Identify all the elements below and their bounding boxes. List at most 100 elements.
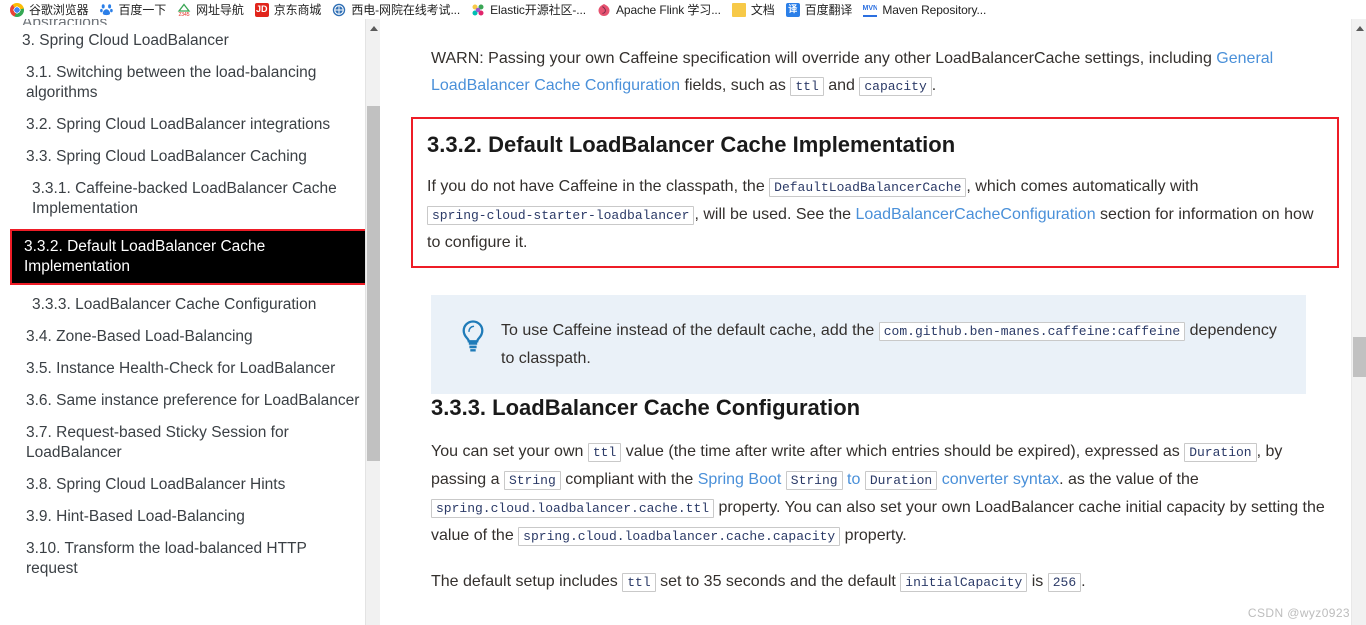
- window-scrollbar[interactable]: [1351, 19, 1366, 625]
- sidebar-item-3-3-1[interactable]: 3.3.1. Caffeine-backed LoadBalancer Cach…: [0, 173, 380, 225]
- bookmark-item[interactable]: 文档: [728, 0, 782, 19]
- sidebar-item-3-6[interactable]: 3.6. Same instance preference for LoadBa…: [0, 385, 380, 417]
- section-332-paragraph: If you do not have Caffeine in the class…: [427, 173, 1323, 256]
- s333-text-2: value (the time after write after which …: [621, 443, 1185, 460]
- sidebar-item-3-4[interactable]: 3.4. Zone-Based Load-Balancing: [0, 321, 380, 353]
- bookmark-label: Apache Flink 学习...: [616, 3, 721, 17]
- s332-text-2: , which comes automatically with: [966, 178, 1199, 195]
- code-defaultloadbalancercache: DefaultLoadBalancerCache: [769, 178, 967, 197]
- code-ttl-3: ttl: [622, 573, 656, 592]
- converter-syntax-link[interactable]: converter syntax: [942, 471, 1059, 488]
- sidebar-item-3[interactable]: 3. Spring Cloud LoadBalancer: [0, 25, 380, 57]
- code-duration-2: Duration: [864, 471, 938, 490]
- sidebar-item-3-3[interactable]: 3.3. Spring Cloud LoadBalancer Caching: [0, 141, 380, 173]
- toc-sidebar: Abstractions 3. Spring Cloud LoadBalance…: [0, 19, 380, 625]
- bookmark-label: 百度翻译: [804, 3, 853, 17]
- s333-text-7: property.: [840, 527, 907, 544]
- code-capacity: capacity: [859, 77, 932, 96]
- bookmark-item[interactable]: 西电-网院在线考试...: [328, 0, 467, 19]
- s332-text-1: If you do not have Caffeine in the class…: [427, 178, 770, 195]
- elastic-icon: [471, 2, 486, 17]
- 2345-icon: 2345: [177, 2, 192, 17]
- sidebar-active-annotation: 3.3.2. Default LoadBalancer Cache Implem…: [10, 229, 368, 285]
- svg-text:2345: 2345: [179, 12, 190, 17]
- baidu-icon: [99, 2, 114, 17]
- bookmark-item[interactable]: 谷歌浏览器: [6, 0, 96, 19]
- section-332-annotation: 3.3.2. Default LoadBalancer Cache Implem…: [411, 117, 1339, 268]
- s333-text-1: You can set your own: [431, 443, 588, 460]
- warn-text-2: fields, such as: [680, 77, 791, 94]
- bookmark-label: 西电-网院在线考试...: [351, 3, 461, 17]
- bookmark-item[interactable]: MVN Maven Repository...: [859, 0, 993, 19]
- lightbulb-icon: [445, 317, 501, 355]
- sidebar-item-3-1[interactable]: 3.1. Switching between the load-balancin…: [0, 57, 380, 109]
- sidebar-item-3-3-2[interactable]: 3.3.2. Default LoadBalancer Cache Implem…: [12, 231, 366, 283]
- bookmark-item[interactable]: Apache Flink 学习...: [593, 0, 728, 19]
- bookmark-item[interactable]: JD 京东商城: [251, 0, 329, 19]
- sidebar-item-3-5[interactable]: 3.5. Instance Health-Check for LoadBalan…: [0, 353, 380, 385]
- sidebar-item-3-7[interactable]: 3.7. Request-based Sticky Session for Lo…: [0, 417, 380, 469]
- bookmarks-bar: 谷歌浏览器 百度一下 2345 网址导航 JD 京东商城 西电-网院在线考试..…: [0, 0, 1366, 19]
- bookmark-label: 文档: [750, 3, 775, 17]
- bookmark-label: 网址导航: [196, 3, 244, 17]
- s333b-text-4: .: [1081, 573, 1086, 590]
- s333b-text-3: is: [1027, 573, 1048, 590]
- warn-paragraph: WARN: Passing your own Caffeine specific…: [431, 19, 1329, 100]
- scroll-up-arrow-icon[interactable]: [366, 21, 380, 35]
- loadbalancercacheconfiguration-link[interactable]: LoadBalancerCacheConfiguration: [855, 206, 1095, 223]
- tip-text: To use Caffeine instead of the default c…: [501, 317, 1286, 372]
- bookmark-label: 百度一下: [118, 3, 167, 17]
- section-333-paragraph-2: The default setup includes ttl set to 35…: [431, 568, 1329, 596]
- flink-icon: [597, 2, 611, 17]
- section-332-heading: 3.3.2. Default LoadBalancer Cache Implem…: [427, 132, 956, 157]
- code-cache-capacity-property: spring.cloud.loadbalancer.cache.capacity: [518, 527, 841, 546]
- chrome-icon: [10, 2, 24, 17]
- sidebar-scrollbar[interactable]: [365, 19, 380, 625]
- document-content: WARN: Passing your own Caffeine specific…: [395, 19, 1351, 625]
- s332-text-3: , will be used. See the: [694, 206, 856, 223]
- code-spring-cloud-starter-loadbalancer: spring-cloud-starter-loadbalancer: [427, 206, 695, 225]
- sidebar-scrollbar-thumb[interactable]: [367, 106, 380, 461]
- warn-text-1: WARN: Passing your own Caffeine specific…: [431, 50, 1217, 67]
- watermark: CSDN @wyz0923: [1247, 606, 1350, 620]
- spring-boot-link[interactable]: Spring Boot: [698, 471, 782, 488]
- window-scrollbar-thumb[interactable]: [1353, 337, 1366, 377]
- s333b-text-2: set to 35 seconds and the default: [655, 573, 901, 590]
- bookmark-label: 谷歌浏览器: [29, 3, 89, 17]
- section-333-heading: 3.3.3. LoadBalancer Cache Configuration: [431, 395, 861, 420]
- code-caffeine-dependency: com.github.ben-manes.caffeine:caffeine: [878, 322, 1186, 341]
- jd-icon: JD: [254, 2, 269, 17]
- to-link[interactable]: to: [847, 471, 860, 488]
- code-duration-1: Duration: [1184, 443, 1257, 462]
- sidebar-item-3-9[interactable]: 3.9. Hint-Based Load-Balancing: [0, 501, 380, 533]
- xidian-icon: [332, 2, 347, 17]
- bookmark-label: 京东商城: [273, 3, 322, 17]
- sidebar-item-3-10[interactable]: 3.10. Transform the load-balanced HTTP r…: [0, 533, 380, 585]
- maven-icon: MVN: [863, 2, 878, 17]
- bookmark-item[interactable]: 百度一下: [96, 0, 174, 19]
- warn-text-3: and: [823, 77, 860, 94]
- sidebar-item-3-2[interactable]: 3.2. Spring Cloud LoadBalancer integrati…: [0, 109, 380, 141]
- code-ttl: ttl: [790, 77, 824, 96]
- sidebar-item-3-3-3[interactable]: 3.3.3. LoadBalancer Cache Configuration: [0, 289, 380, 321]
- bookmark-item[interactable]: 2345 网址导航: [173, 0, 251, 19]
- folder-icon: [731, 2, 746, 17]
- bookmark-item[interactable]: Elastic开源社区-...: [467, 0, 593, 19]
- warn-text-4: .: [931, 77, 937, 94]
- tip-callout: To use Caffeine instead of the default c…: [431, 295, 1306, 394]
- code-256: 256: [1047, 573, 1082, 592]
- code-initialcapacity: initialCapacity: [900, 573, 1028, 592]
- s333b-text-1: The default setup includes: [431, 573, 623, 590]
- baidu-translate-icon: 译: [785, 2, 800, 17]
- section-333-paragraph-1: You can set your own ttl value (the time…: [431, 438, 1329, 550]
- bookmark-label: Maven Repository...: [882, 2, 987, 17]
- bookmark-item[interactable]: 译 百度翻译: [782, 0, 860, 19]
- tip-text-1: To use Caffeine instead of the default c…: [501, 322, 879, 339]
- page-body: Abstractions 3. Spring Cloud LoadBalance…: [0, 19, 1366, 625]
- window-scroll-up-arrow-icon[interactable]: [1352, 21, 1366, 35]
- s333-text-4: compliant with the: [560, 471, 698, 488]
- code-string-1: String: [503, 471, 561, 490]
- code-string-2: String: [785, 471, 843, 490]
- sidebar-item-3-8[interactable]: 3.8. Spring Cloud LoadBalancer Hints: [0, 469, 380, 501]
- code-ttl-2: ttl: [587, 443, 622, 462]
